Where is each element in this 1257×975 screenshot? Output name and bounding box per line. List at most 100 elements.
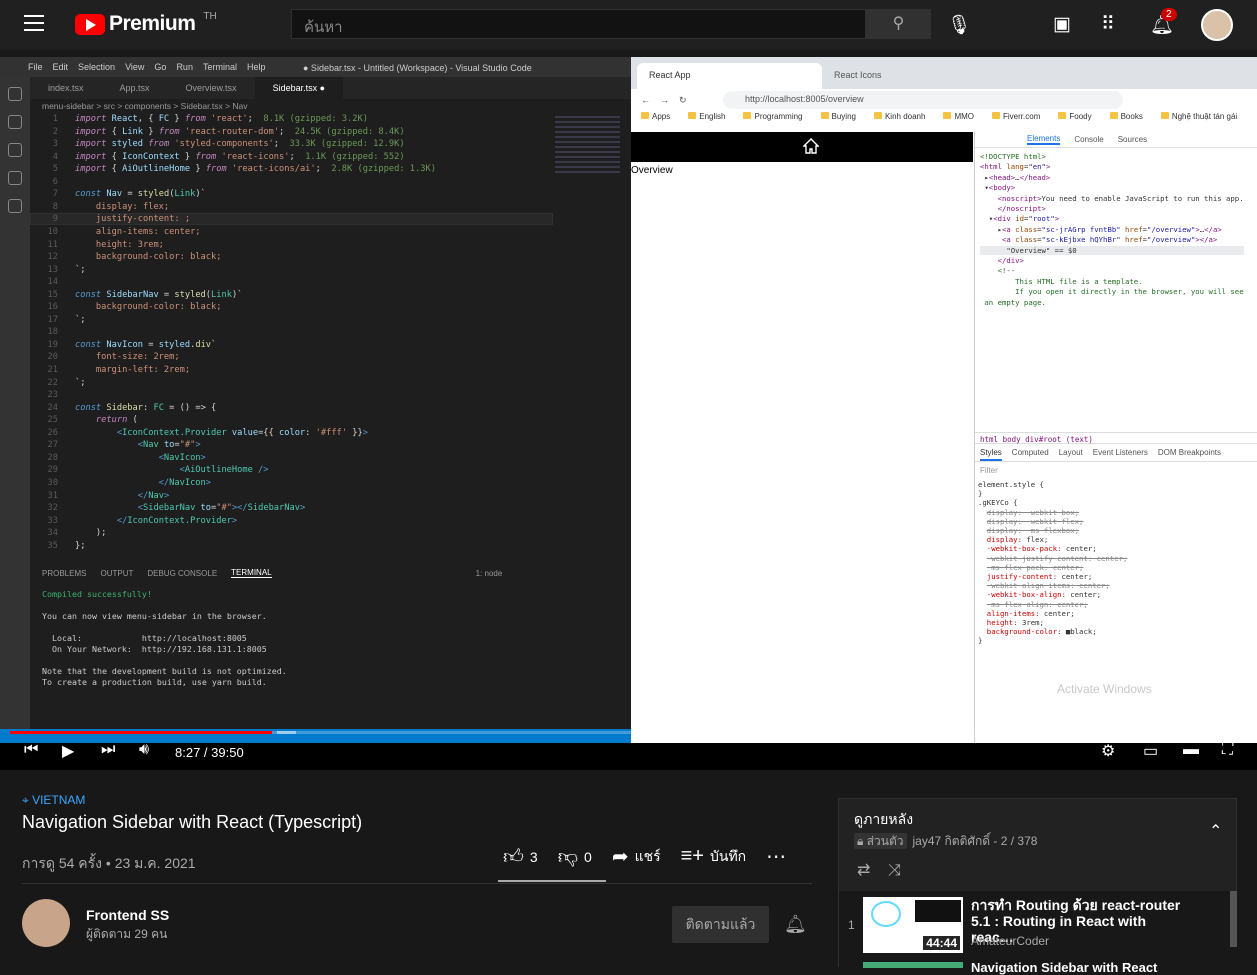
search-input[interactable]: ค้นหา (291, 9, 866, 39)
dom-tree: <!DOCTYPE html> <html lang="en"> ▸<head>… (980, 152, 1244, 307)
menu-edit: Edit (52, 62, 69, 72)
bookmarks-bar: Apps English Programming Buying Kinh doanh MM… (631, 112, 1257, 128)
play-icon[interactable]: ▶ (62, 741, 74, 761)
tab-index: index.tsx (48, 83, 84, 93)
line-number: 9 (52, 214, 58, 225)
subscribe-button[interactable]: ติดตามแล้ว (672, 906, 769, 943)
line-number: 17 (47, 314, 58, 325)
playlist-title[interactable]: ดูภายหลัง (854, 809, 913, 831)
bookmark-0[interactable]: Apps (641, 112, 670, 128)
settings-icon[interactable]: ⚙ (1101, 741, 1115, 761)
line-number: 34 (47, 528, 58, 539)
menu-icon[interactable] (24, 15, 44, 33)
apps-icon[interactable]: ⠿ (1101, 13, 1115, 36)
code-line: </NavIcon> (158, 477, 212, 488)
code-line: background-color: black; (95, 302, 222, 313)
channel-name[interactable]: Frontend SS (86, 907, 169, 923)
tab-event-listeners: Event Listeners (1092, 448, 1148, 457)
tab-overview: Overview.tsx (185, 83, 237, 93)
bookmark-5[interactable]: MMO (943, 112, 974, 128)
bookmark-3[interactable]: Buying (821, 112, 856, 128)
code-line: justify-content: ; (95, 214, 191, 225)
dislike-button[interactable]: 👎︎ 0 (558, 845, 592, 869)
code-line: import { IconContext } from 'react-icons… (75, 151, 405, 162)
bookmark-9[interactable]: Nghệ thuật tán gái (1161, 112, 1237, 128)
chevron-up-icon[interactable]: ⌃ (1209, 821, 1222, 841)
microphone-icon[interactable]: 🎙︎ (947, 13, 971, 37)
tab-computed: Computed (1011, 448, 1049, 457)
line-number: 2 (52, 126, 58, 137)
activity-bar (0, 77, 30, 743)
fullscreen-icon[interactable]: ⛶ (1222, 741, 1233, 759)
code-line: const SidebarNav = styled(Link)` (75, 289, 243, 300)
progress-bar[interactable] (10, 731, 1247, 734)
menu-help: Help (246, 62, 266, 72)
breadcrumb: menu-sidebar > src > components > Sideba… (42, 101, 248, 111)
menu-view: View (125, 62, 145, 72)
react-router-logo (915, 900, 961, 922)
playlist-meta: 🔒︎ ส่วนตัว jay47 กิตติศักดิ์ - 2 / 378 (854, 832, 1037, 851)
loop-icon[interactable]: ⇄ (857, 862, 870, 879)
menu-run: Run (176, 62, 193, 72)
bookmark-2[interactable]: Programming (743, 112, 802, 128)
bookmark-1[interactable]: English (688, 112, 725, 128)
code-line: align-items: center; (95, 226, 201, 237)
previous-icon[interactable]: ⏮ (24, 741, 38, 759)
more-button[interactable]: ⋯ (766, 844, 786, 869)
vscode-window: File Edit Selection View Go Run Terminal… (0, 57, 631, 743)
search-button[interactable]: ⚲ (866, 9, 931, 39)
video-duration: 44:44 (923, 936, 960, 950)
shuffle-icon[interactable]: ⤨ (888, 862, 901, 879)
save-button[interactable]: ≡+ บันทึก (681, 845, 747, 868)
bookmark-7[interactable]: Foody (1058, 112, 1091, 128)
line-number: 3 (52, 139, 58, 150)
back-icon: ← (641, 95, 650, 105)
video-player[interactable]: File Edit Selection View Go Run Terminal… (0, 57, 1257, 770)
line-number: 13 (47, 264, 58, 275)
line-number: 22 (47, 377, 58, 388)
terminal-line: Local: http://localhost:8005 (42, 633, 247, 643)
tab-terminal: TERMINAL (231, 568, 272, 578)
line-number: 1 (52, 114, 58, 124)
playlist-scrollbar[interactable] (1230, 891, 1237, 947)
account-avatar[interactable] (1201, 9, 1233, 41)
code-line: <Nav to="#"> (137, 440, 201, 451)
search-icon (8, 115, 22, 129)
bell-icon[interactable]: 🔔︎ (784, 914, 807, 935)
line-number: 5 (52, 164, 58, 175)
line-number: 7 (52, 189, 58, 200)
code-line: font-size: 2rem; (95, 352, 180, 363)
dislike-count: 0 (584, 848, 592, 865)
create-video-icon[interactable]: ▣ (1053, 13, 1071, 36)
code-line: import { AiOutlineHome } from 'react-ico… (75, 164, 436, 175)
playlist-panel: ดูภายหลัง 🔒︎ ส่วนตัว jay47 กิตติศักดิ์ - … (838, 798, 1238, 975)
location-link[interactable]: ⌖ VIETNAM (22, 793, 812, 808)
youtube-logo[interactable]: Premium TH (75, 11, 217, 36)
tab-react-app: React App (637, 63, 822, 89)
next-icon[interactable]: ⏭ (101, 741, 115, 759)
bookmark-6[interactable]: Fiverr.com (992, 112, 1040, 128)
playlist-meta-text: jay47 กิตติศักดิ์ - 2 / 378 (912, 834, 1038, 848)
like-button[interactable]: 👍︎ 3 (503, 845, 538, 869)
miniplayer-icon[interactable]: ▭ (1143, 741, 1158, 761)
volume-icon[interactable]: 🔊︎ (139, 741, 149, 759)
code-line: const NavIcon = styled.div` (75, 339, 217, 350)
playlist-item[interactable]: 1 44:44 การทำ Routing ด้วย react-router … (839, 891, 1238, 968)
divider (22, 883, 812, 884)
menu-file: File (28, 62, 43, 72)
bookmark-4[interactable]: Kinh doanh (874, 112, 925, 128)
terminal-line: To create a production build, use yarn b… (42, 677, 267, 687)
code-line: const Nav = styled(Link)` (75, 189, 206, 200)
tab-problems: PROBLEMS (42, 568, 87, 578)
line-number: 19 (47, 339, 58, 350)
playlist-add-icon: ≡+ (680, 845, 704, 867)
share-button[interactable]: ➦ แชร์ (612, 844, 661, 869)
theater-mode-icon[interactable]: ▬ (1183, 741, 1199, 759)
code-line: <AiOutlineHome /> (179, 465, 269, 476)
channel-avatar[interactable] (22, 899, 70, 947)
tab-sources: Sources (1117, 135, 1148, 144)
bookmark-8[interactable]: Books (1110, 112, 1143, 128)
progress-fill (10, 731, 273, 734)
forward-icon: → (660, 95, 669, 105)
